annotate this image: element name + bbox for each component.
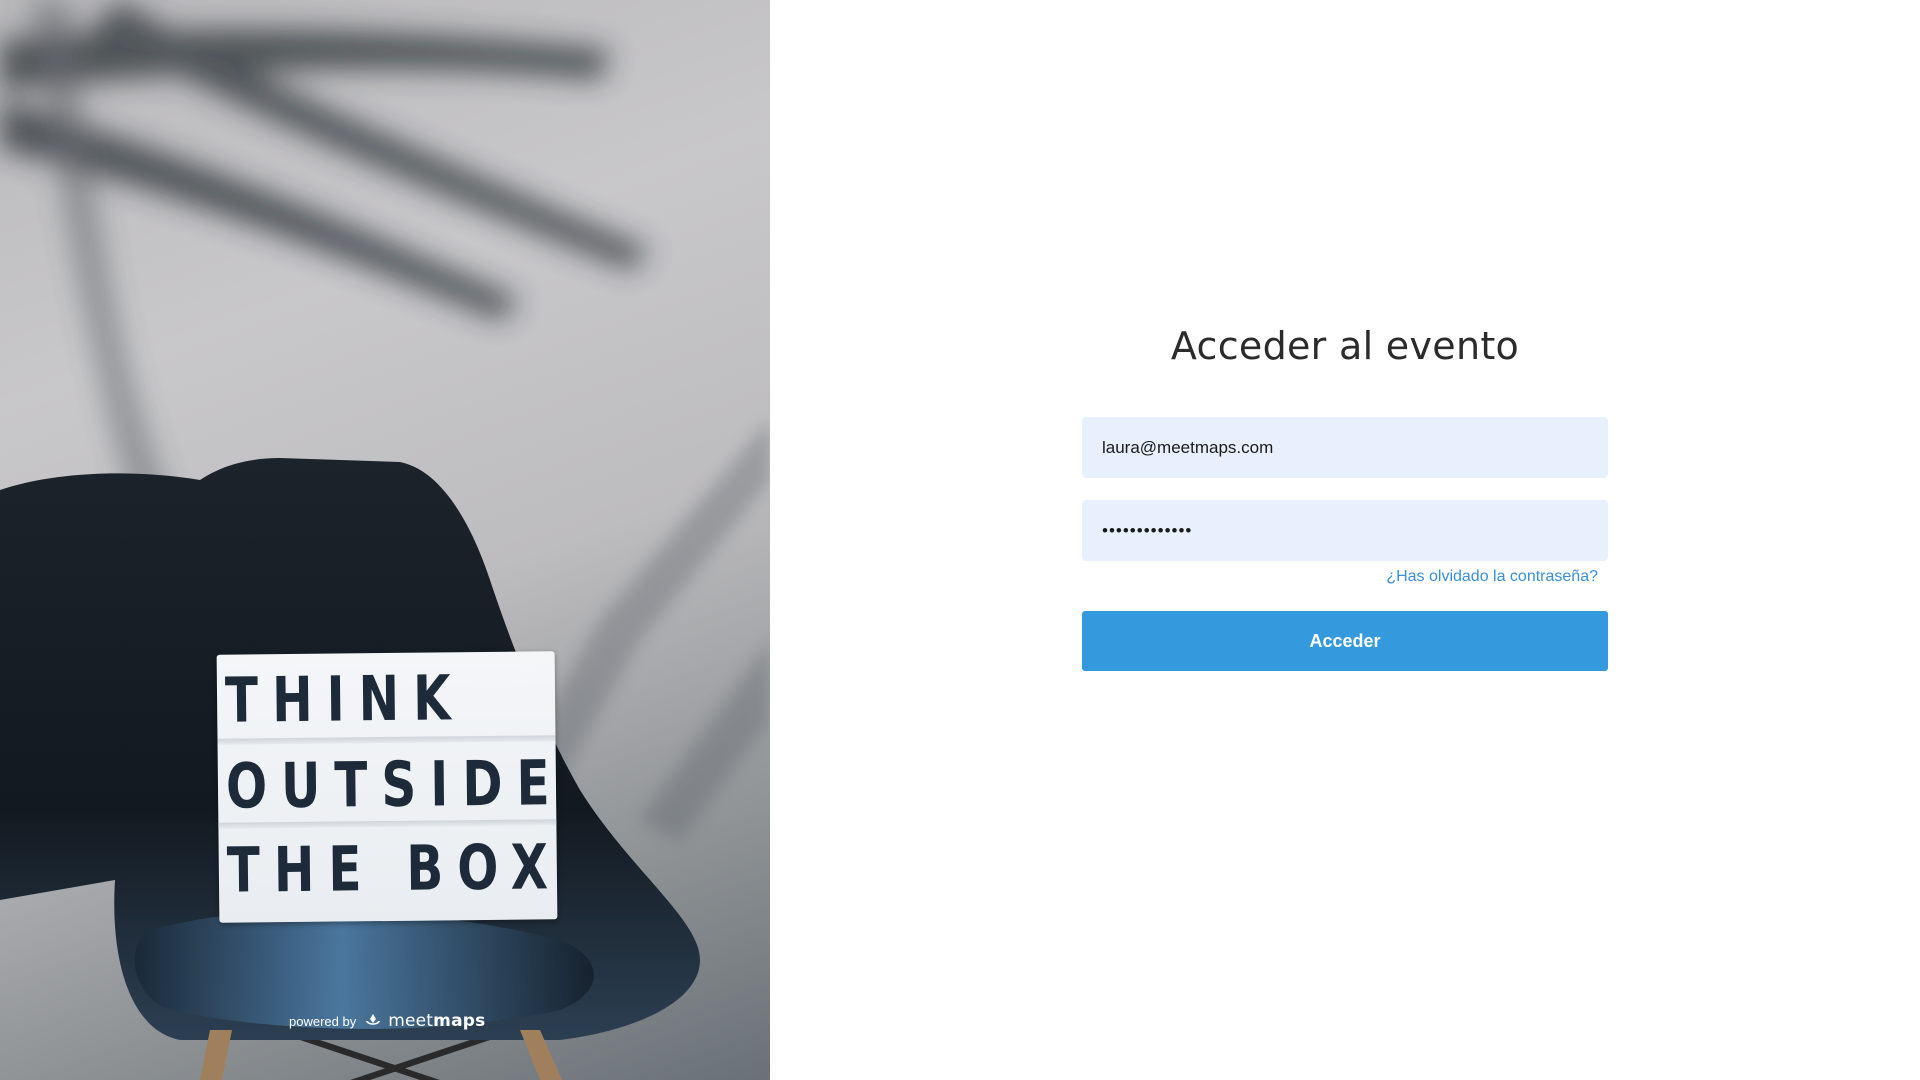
- email-field[interactable]: [1082, 417, 1608, 478]
- forgot-password-link[interactable]: ¿Has olvidado la contraseña?: [1082, 567, 1608, 587]
- brand-light: meet: [388, 1011, 434, 1031]
- sign-line-3: THE BOX: [226, 830, 563, 907]
- login-button[interactable]: Acceder: [1082, 611, 1608, 671]
- login-form: Acceder al evento ¿Has olvidado la contr…: [1082, 318, 1608, 671]
- brand-bold: maps: [433, 1011, 486, 1031]
- powered-by-label: powered by: [289, 1013, 357, 1029]
- sign-line-1: THINK: [224, 661, 466, 737]
- powered-by-meetmaps[interactable]: powered by meetmaps: [289, 1011, 485, 1031]
- sign-divider: [217, 735, 556, 745]
- sign-line-2: OUTSIDE: [225, 746, 565, 823]
- meetmaps-brand: meetmaps: [388, 1011, 485, 1031]
- hero-image-panel: THINK OUTSIDE THE BOX powered by meetmap…: [0, 0, 770, 1080]
- meetmaps-logo-icon: [366, 1014, 381, 1025]
- login-page: THINK OUTSIDE THE BOX powered by meetmap…: [0, 0, 1920, 1080]
- think-outside-the-box-sign: THINK OUTSIDE THE BOX: [216, 651, 564, 923]
- login-panel: Acceder al evento ¿Has olvidado la contr…: [770, 0, 1920, 1080]
- password-field[interactable]: [1082, 500, 1608, 561]
- page-title: Acceder al evento: [1170, 324, 1520, 368]
